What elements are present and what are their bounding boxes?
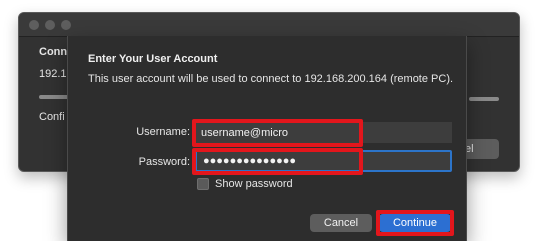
username-label: Username: xyxy=(136,126,190,138)
connecting-title: Conn xyxy=(39,46,68,58)
progress-bar xyxy=(39,95,69,99)
continue-button[interactable]: Continue xyxy=(379,214,451,232)
cancel-button[interactable]: Cancel xyxy=(310,214,372,232)
dialog-description: This user account will be used to connec… xyxy=(88,73,454,85)
password-value: ●●●●●●●●●●●●●● xyxy=(203,155,297,167)
show-password-row[interactable]: Show password xyxy=(197,178,293,190)
minimize-icon[interactable] xyxy=(45,20,55,30)
password-label: Password: xyxy=(138,156,190,168)
password-input[interactable]: ●●●●●●●●●●●●●● xyxy=(195,150,452,172)
config-label: Confi xyxy=(39,111,65,123)
show-password-label: Show password xyxy=(215,178,293,190)
username-value: username@micro xyxy=(201,126,288,139)
connecting-ip: 192.1 xyxy=(39,68,67,80)
username-input[interactable]: username@micro xyxy=(195,122,452,143)
credentials-sheet: Enter Your User Account This user accoun… xyxy=(67,36,467,241)
show-password-checkbox[interactable] xyxy=(197,178,209,190)
window-titlebar xyxy=(19,13,519,37)
progress-bar-end xyxy=(469,97,499,101)
dialog-title: Enter Your User Account xyxy=(88,53,218,65)
close-icon[interactable] xyxy=(29,20,39,30)
zoom-icon[interactable] xyxy=(61,20,71,30)
